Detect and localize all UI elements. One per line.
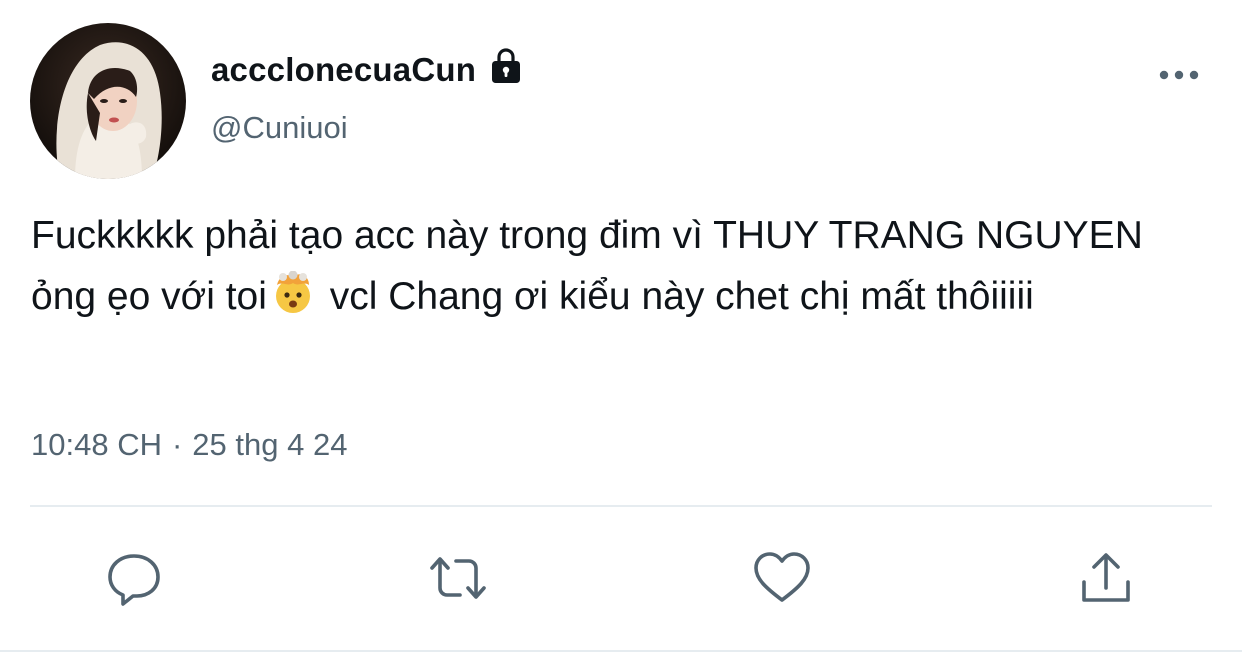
share-button[interactable] — [1076, 548, 1136, 608]
timestamp-separator: · — [171, 427, 183, 462]
exploding-head-emoji-icon — [271, 270, 315, 315]
retweet-icon — [430, 557, 486, 599]
reply-button[interactable] — [104, 548, 164, 608]
tweet-date: 25 thg 4 24 — [192, 427, 348, 462]
share-icon — [1082, 553, 1130, 602]
display-name[interactable]: accclonecuaCun — [211, 51, 476, 89]
like-button[interactable] — [752, 548, 812, 608]
lock-icon — [486, 46, 526, 86]
tweet-text-part2: vcl Chang ơi kiểu này chet chị mất thôii… — [318, 275, 1034, 318]
heart-icon — [754, 552, 810, 602]
tweet-time: 10:48 CH — [31, 427, 162, 462]
author-name-row: accclonecuaCun — [211, 48, 526, 92]
avatar[interactable] — [30, 23, 186, 179]
tweet-text: Fuckkkkk phải tạo acc này trong đim vì T… — [31, 205, 1201, 327]
divider — [30, 505, 1212, 507]
more-icon[interactable] — [1156, 62, 1202, 88]
reply-icon — [108, 554, 160, 606]
user-handle[interactable]: @Cuniuoi — [211, 110, 348, 146]
timestamp[interactable]: 10:48 CH · 25 thg 4 24 — [31, 427, 347, 463]
retweet-button[interactable] — [428, 548, 488, 608]
avatar-image — [30, 23, 186, 179]
bottom-divider — [0, 650, 1242, 652]
